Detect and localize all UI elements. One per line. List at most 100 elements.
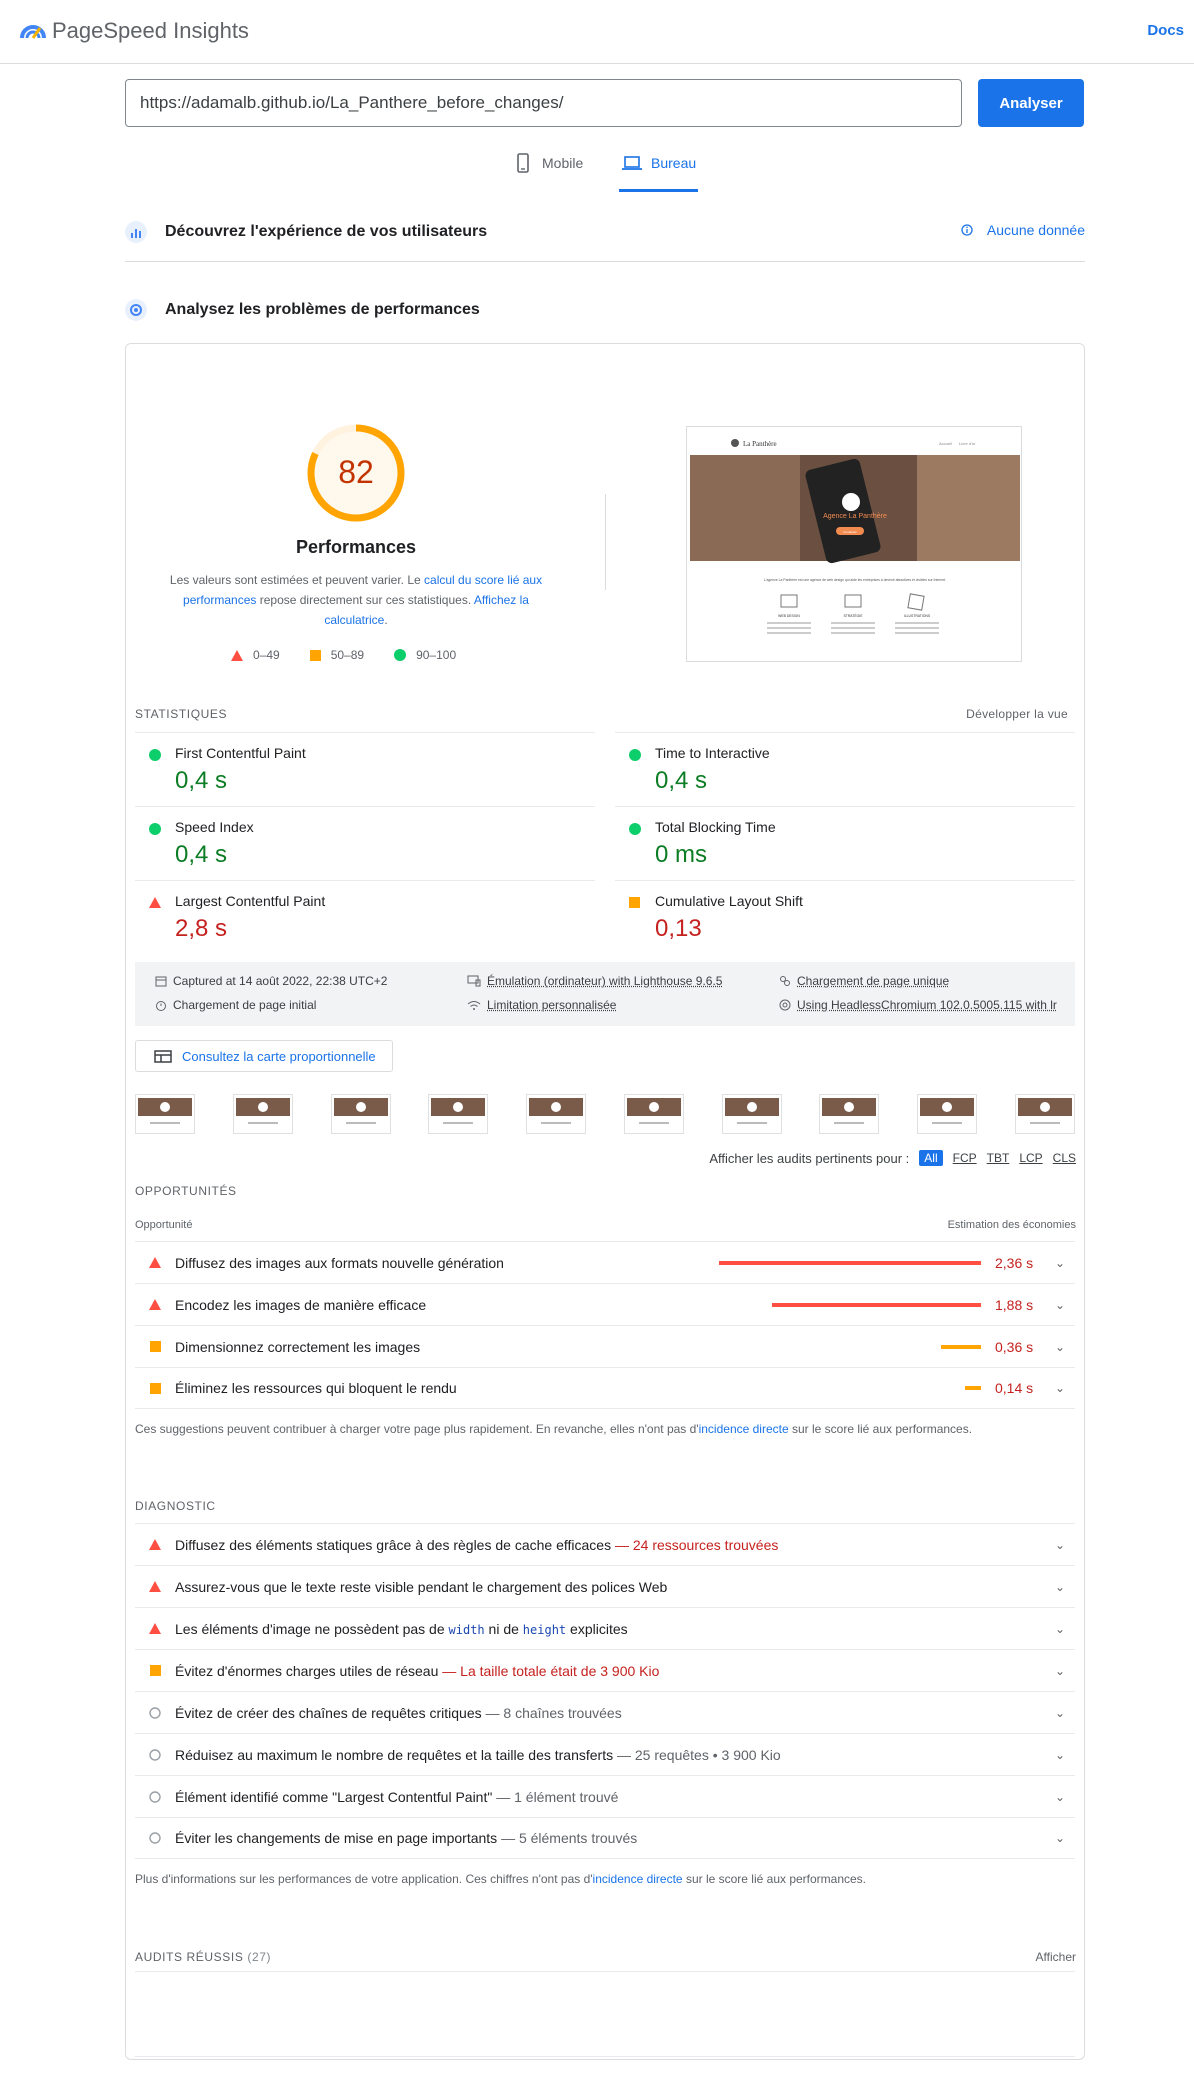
filmstrip-frame — [428, 1094, 489, 1134]
pass-circle-icon — [149, 823, 161, 835]
score-legend: 0–49 50–89 90–100 — [231, 648, 456, 662]
savings-column: Estimation des économies — [947, 1219, 1076, 1231]
divider — [135, 2056, 1075, 2057]
opportunity-row-next-gen-images[interactable]: Diffusez des images aux formats nouvelle… — [135, 1241, 1075, 1283]
diagnostic-row-network-payload[interactable]: Évitez d'énormes charges utiles de résea… — [135, 1649, 1075, 1691]
performance-title: Performances — [295, 537, 417, 557]
filmstrip-frame — [819, 1094, 880, 1134]
divider — [605, 494, 606, 590]
chevron-down-icon[interactable]: ⌄ — [1045, 1298, 1075, 1312]
diagnostic-row-cache-policy[interactable]: Diffusez des éléments statiques grâce à … — [135, 1523, 1075, 1565]
diagnostics-title: DIAGNOSTIC — [135, 1499, 216, 1513]
opportunity-row-encode-images[interactable]: Encodez les images de manière efficace 1… — [135, 1283, 1075, 1325]
analyze-button[interactable]: Analyser — [978, 79, 1084, 127]
people-icon — [780, 976, 790, 986]
metric-speed-index: Speed Index 0,4 s — [135, 806, 595, 880]
phone-icon — [517, 153, 529, 173]
info-circle-icon — [149, 1832, 161, 1844]
chevron-down-icon[interactable]: ⌄ — [1045, 1340, 1075, 1354]
opportunity-row-render-blocking[interactable]: Éliminez les ressources qui bloquent le … — [135, 1367, 1075, 1409]
treemap-button[interactable]: Consultez la carte proportionnelle — [135, 1040, 393, 1072]
diagnostic-row-request-count[interactable]: Réduisez au maximum le nombre de requête… — [135, 1733, 1075, 1775]
throttling-info[interactable]: Limitation personnalisée — [467, 998, 616, 1012]
average-square-icon — [629, 897, 640, 908]
diagnostic-row-critical-chains[interactable]: Évitez de créer des chaînes de requêtes … — [135, 1691, 1075, 1733]
fail-triangle-icon — [149, 1623, 161, 1634]
audit-filter: Afficher les audits pertinents pour : Al… — [709, 1150, 1076, 1166]
filmstrip-frame — [917, 1094, 978, 1134]
svg-text:Accueil: Accueil — [939, 441, 952, 446]
filmstrip-frame — [135, 1094, 195, 1134]
performance-score: 82 — [338, 454, 374, 490]
no-data-link[interactable]: Aucune donnée — [961, 222, 1085, 238]
direct-impact-link[interactable]: incidence directe — [699, 1422, 789, 1436]
chevron-down-icon[interactable]: ⌄ — [1045, 1831, 1075, 1845]
fail-triangle-icon — [231, 649, 243, 661]
metrics-title: STATISTIQUES — [135, 707, 228, 721]
fail-triangle-icon — [149, 1581, 161, 1592]
tab-mobile[interactable]: Mobile — [512, 152, 583, 192]
svg-text:WEB DESIGN: WEB DESIGN — [778, 614, 800, 618]
show-passed-toggle[interactable]: Afficher — [1036, 1950, 1076, 1964]
fail-triangle-icon — [149, 897, 161, 908]
diagnostic-row-image-dimensions[interactable]: Les éléments d'image ne possèdent pas de… — [135, 1607, 1075, 1649]
tab-desktop-label: Bureau — [651, 155, 697, 171]
filmstrip-frame — [1014, 1094, 1075, 1134]
laptop-icon — [622, 156, 642, 170]
chevron-down-icon[interactable]: ⌄ — [1045, 1381, 1075, 1395]
savings-bar — [965, 1386, 981, 1390]
filter-all[interactable]: All — [919, 1150, 943, 1166]
emulation-info[interactable]: Émulation (ordinateur) with Lighthouse 9… — [467, 974, 722, 988]
score-description: Les valeurs sont estimées et peuvent var… — [169, 573, 543, 627]
report-card: 82 Performances Les valeurs sont estimée… — [125, 343, 1085, 2060]
savings-bar — [772, 1302, 981, 1307]
chevron-down-icon[interactable]: ⌄ — [1045, 1664, 1075, 1678]
svg-text:La Panthère: La Panthère — [743, 440, 777, 448]
filmstrip-frame — [526, 1094, 587, 1134]
chevron-down-icon[interactable]: ⌄ — [1045, 1622, 1075, 1636]
wifi-icon — [467, 1001, 481, 1010]
filter-tbt[interactable]: TBT — [987, 1151, 1010, 1165]
direct-impact-link[interactable]: incidence directe — [593, 1872, 683, 1886]
tab-mobile-label: Mobile — [542, 155, 584, 171]
docs-link[interactable]: Docs — [1147, 22, 1184, 39]
metric-lcp: Largest Contentful Paint 2,8 s — [135, 880, 595, 954]
chevron-down-icon[interactable]: ⌄ — [1045, 1748, 1075, 1762]
svg-text:Contactez: Contactez — [843, 530, 857, 534]
chevron-down-icon[interactable]: ⌄ — [1045, 1256, 1075, 1270]
users-experience-icon — [125, 220, 147, 243]
opportunity-row-resize-images[interactable]: Dimensionnez correctement les images 0,3… — [135, 1325, 1075, 1367]
tab-desktop[interactable]: Bureau — [619, 152, 699, 192]
diagnostic-row-layout-shifts[interactable]: Éviter les changements de mise en page i… — [135, 1817, 1075, 1859]
filter-cls[interactable]: CLS — [1053, 1151, 1076, 1165]
opportunities-note: Ces suggestions peuvent contribuer à cha… — [135, 1422, 973, 1436]
fail-triangle-icon — [149, 1257, 161, 1268]
pass-circle-icon — [149, 749, 161, 761]
treemap-icon — [154, 1049, 172, 1063]
average-square-icon — [149, 1382, 161, 1394]
filmstrip-frame — [330, 1094, 391, 1134]
url-input[interactable] — [125, 79, 962, 127]
average-square-icon — [149, 1665, 161, 1676]
info-circle-icon — [149, 1748, 161, 1761]
expand-view-toggle[interactable]: Développer la vue — [966, 707, 1068, 721]
metric-fcp: First Contentful Paint 0,4 s — [135, 732, 595, 806]
single-load-info[interactable]: Chargement de page unique — [779, 974, 949, 988]
initial-load-info: Chargement de page initial — [155, 998, 316, 1012]
diagnostic-row-font-display[interactable]: Assurez-vous que le texte reste visible … — [135, 1565, 1075, 1607]
field-data-title: Découvrez l'expérience de vos utilisateu… — [165, 222, 488, 240]
filter-fcp[interactable]: FCP — [953, 1151, 977, 1165]
captured-at: Captured at 14 août 2022, 22:38 UTC+2 — [155, 974, 387, 988]
chevron-down-icon[interactable]: ⌄ — [1045, 1580, 1075, 1594]
filter-lcp[interactable]: LCP — [1019, 1151, 1042, 1165]
chevron-down-icon[interactable]: ⌄ — [1045, 1538, 1075, 1552]
svg-text:STRATÉGIE: STRATÉGIE — [844, 613, 864, 618]
diagnostic-row-lcp-element[interactable]: Élément identifié comme "Largest Content… — [135, 1775, 1075, 1817]
chevron-down-icon[interactable]: ⌄ — [1045, 1706, 1075, 1720]
average-square-icon — [309, 649, 321, 661]
brand-title: PageSpeed Insights — [52, 18, 249, 43]
info-circle-icon — [149, 1706, 161, 1719]
chevron-down-icon[interactable]: ⌄ — [1045, 1790, 1075, 1804]
browser-info[interactable]: Using HeadlessChromium 102.0.5005.115 wi… — [779, 998, 1057, 1012]
opportunity-column: Opportunité — [135, 1219, 193, 1231]
